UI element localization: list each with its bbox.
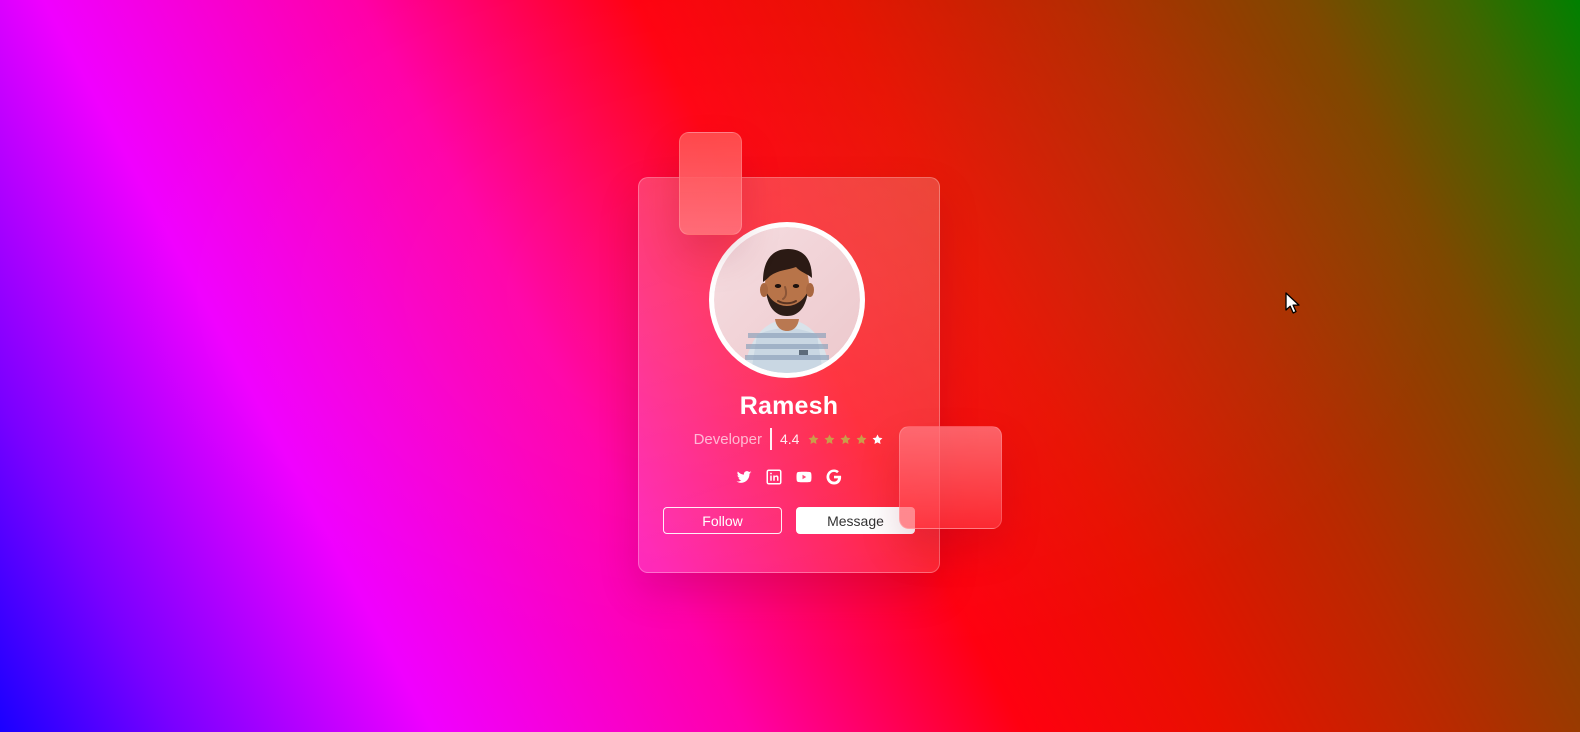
meta-divider — [769, 428, 772, 450]
rating-stars — [807, 433, 884, 446]
profile-photo — [714, 227, 860, 373]
mouse-cursor-icon — [1285, 292, 1300, 314]
decorative-square-right — [899, 426, 1002, 529]
avatar — [709, 222, 865, 378]
profile-meta: Developer 4.4 — [639, 428, 939, 450]
profile-role: Developer — [693, 430, 762, 448]
action-buttons: Follow Message — [663, 507, 915, 534]
follow-button[interactable]: Follow — [663, 507, 782, 534]
rating-value: 4.4 — [779, 431, 800, 447]
star-filled-icon — [808, 434, 819, 444]
youtube-icon[interactable] — [795, 468, 813, 486]
star-empty-icon — [872, 434, 883, 444]
linkedin-icon[interactable] — [765, 468, 783, 486]
star-filled-icon — [856, 434, 867, 444]
message-button[interactable]: Message — [796, 507, 915, 534]
twitter-icon[interactable] — [735, 468, 753, 486]
decorative-square-top — [679, 132, 742, 235]
profile-name: Ramesh — [739, 392, 839, 420]
social-links — [639, 468, 939, 486]
star-filled-icon — [840, 434, 851, 444]
profile-card: Ramesh Developer 4.4 Follow Message — [638, 177, 940, 573]
star-filled-icon — [824, 434, 835, 444]
google-icon[interactable] — [825, 468, 843, 486]
